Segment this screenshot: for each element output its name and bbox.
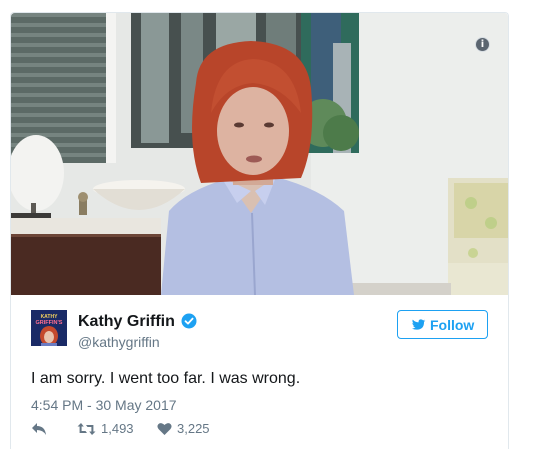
reply-icon <box>32 423 46 435</box>
reply-button[interactable] <box>31 420 51 438</box>
twitter-bird-icon <box>412 319 426 330</box>
like-button[interactable]: 3,225 <box>157 420 227 438</box>
info-icon[interactable]: i <box>475 37 490 52</box>
avatar-text-line-2: GRIFFIN'S <box>36 320 63 326</box>
verified-badge-icon <box>181 313 197 329</box>
author-name[interactable]: Kathy Griffin <box>78 313 175 331</box>
heart-icon <box>157 423 172 435</box>
tweet-timestamp[interactable]: 4:54 PM - 30 May 2017 <box>31 397 177 413</box>
follow-button[interactable]: Follow <box>397 310 488 339</box>
video-frame-image <box>11 13 508 295</box>
retweet-count: 1,493 <box>101 421 134 436</box>
like-count: 3,225 <box>177 421 210 436</box>
tweet-text: I am sorry. I went too far. I was wrong. <box>31 370 301 387</box>
author-handle[interactable]: @kathygriffin <box>78 334 160 350</box>
tweet-embed-card: i KATHY GRIFFIN'S Kathy Griffin @kathygr… <box>10 12 509 449</box>
video-thumbnail[interactable]: i <box>11 13 508 295</box>
follow-label: Follow <box>430 317 475 333</box>
avatar[interactable]: KATHY GRIFFIN'S <box>31 310 67 346</box>
retweet-button[interactable]: 1,493 <box>77 420 147 438</box>
avatar-image: KATHY GRIFFIN'S <box>31 310 67 346</box>
retweet-icon <box>77 423 96 435</box>
